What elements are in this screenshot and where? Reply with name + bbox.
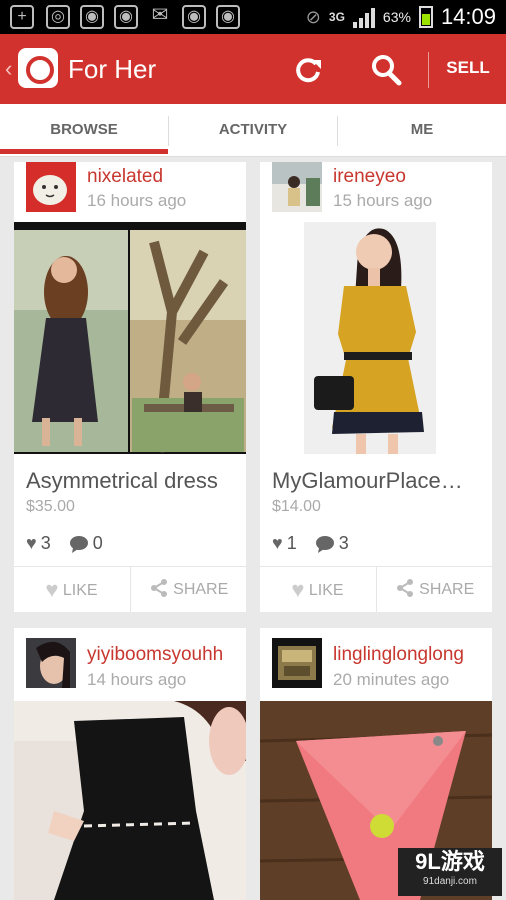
post-time: 14 hours ago [87, 670, 187, 689]
tab-activity[interactable]: ACTIVITY [169, 104, 337, 156]
post-time: 20 minutes ago [333, 670, 450, 689]
like-label: LIKE [62, 582, 98, 599]
listing-title[interactable]: Asymmetrical dress [26, 468, 218, 494]
camera-app-icon: ◉ [182, 5, 206, 29]
heart-icon: ♥ [291, 577, 305, 602]
listing-price: $35.00 [26, 498, 75, 515]
comment-count: 3 [338, 533, 349, 553]
listing-card[interactable]: ireneyeo 15 hours ago MyGlamourPlace… $1… [260, 162, 492, 612]
active-tab-indicator [0, 149, 168, 154]
listing-stats: ♥ 1 3 [272, 533, 349, 554]
refresh-icon[interactable] [288, 50, 328, 90]
seller-username[interactable]: nixelated [87, 166, 163, 188]
watermark-url: 91danji.com [423, 876, 477, 887]
battery-percent: 63% [382, 9, 411, 25]
card-actions: ♥ LIKE SHARE [260, 566, 492, 612]
avatar[interactable] [26, 162, 76, 212]
listing-photo[interactable] [14, 701, 246, 900]
comment-icon [315, 535, 334, 553]
watermark: 9L游戏 91danji.com [398, 848, 502, 896]
instagram-icon: ◎ [46, 5, 70, 29]
listing-photo[interactable] [260, 222, 492, 454]
camera-app-icon: ◉ [114, 5, 138, 29]
camera-app-icon: ◉ [216, 5, 240, 29]
seller-username[interactable]: ireneyeo [333, 166, 406, 188]
avatar[interactable] [272, 162, 322, 212]
battery-icon [418, 6, 433, 28]
share-icon [396, 579, 413, 597]
card-actions: ♥ LIKE SHARE [14, 566, 246, 612]
tab-me[interactable]: ME [338, 104, 506, 156]
seller-username[interactable]: linglinglonglong [333, 644, 464, 666]
clock: 14:09 [440, 4, 496, 29]
share-icon [150, 579, 167, 597]
like-button[interactable]: ♥ LIKE [260, 567, 375, 612]
camera-app-icon: ◉ [80, 5, 104, 29]
network-type: 3G [328, 10, 345, 24]
watermark-logo-text: 9L游戏 [415, 849, 485, 874]
share-label: SHARE [173, 581, 229, 598]
share-label: SHARE [419, 581, 475, 598]
mute-icon: ⊘ [305, 6, 321, 27]
share-button[interactable]: SHARE [377, 567, 492, 612]
heart-icon: ♥ [26, 533, 37, 553]
status-bar: + ◎ ◉ ◉ ✉ ◉ ◉ ⊘ 3G 63% 14:09 [0, 0, 506, 34]
like-button[interactable]: ♥ LIKE [14, 567, 129, 612]
divider [428, 52, 429, 88]
like-count: 3 [40, 533, 51, 553]
mail-icon: ✉ [151, 4, 169, 26]
share-button[interactable]: SHARE [131, 567, 246, 612]
comment-count: 0 [92, 533, 103, 553]
avatar[interactable] [26, 638, 76, 688]
listing-title[interactable]: MyGlamourPlace… [272, 468, 463, 494]
comment-icon [69, 535, 88, 553]
status-indicators: ⊘ 3G 63% 14:09 [306, 4, 496, 30]
listing-price: $14.00 [272, 498, 321, 515]
heart-icon: ♥ [45, 577, 59, 602]
signal-icon [352, 6, 375, 28]
listing-photo[interactable] [14, 222, 246, 454]
page-title: For Her [68, 54, 157, 84]
back-chevron-icon[interactable]: ‹ [5, 56, 12, 82]
app-bar: ‹ For Her SELL [0, 34, 506, 104]
app-logo[interactable] [18, 48, 58, 88]
add-notification-icon: + [10, 5, 34, 29]
avatar[interactable] [272, 638, 322, 688]
search-icon[interactable] [366, 50, 406, 90]
like-label: LIKE [308, 582, 344, 599]
listing-stats: ♥ 3 0 [26, 533, 103, 554]
seller-username[interactable]: yiyiboomsyouhh [87, 644, 223, 666]
sell-button[interactable]: SELL [440, 58, 496, 78]
post-time: 15 hours ago [333, 191, 433, 210]
listing-card[interactable]: yiyiboomsyouhh 14 hours ago [14, 628, 246, 900]
heart-icon: ♥ [272, 533, 283, 553]
listing-card[interactable]: nixelated 16 hours ago Asymmetrical dres… [14, 162, 246, 612]
post-time: 16 hours ago [87, 191, 187, 210]
like-count: 1 [286, 533, 297, 553]
